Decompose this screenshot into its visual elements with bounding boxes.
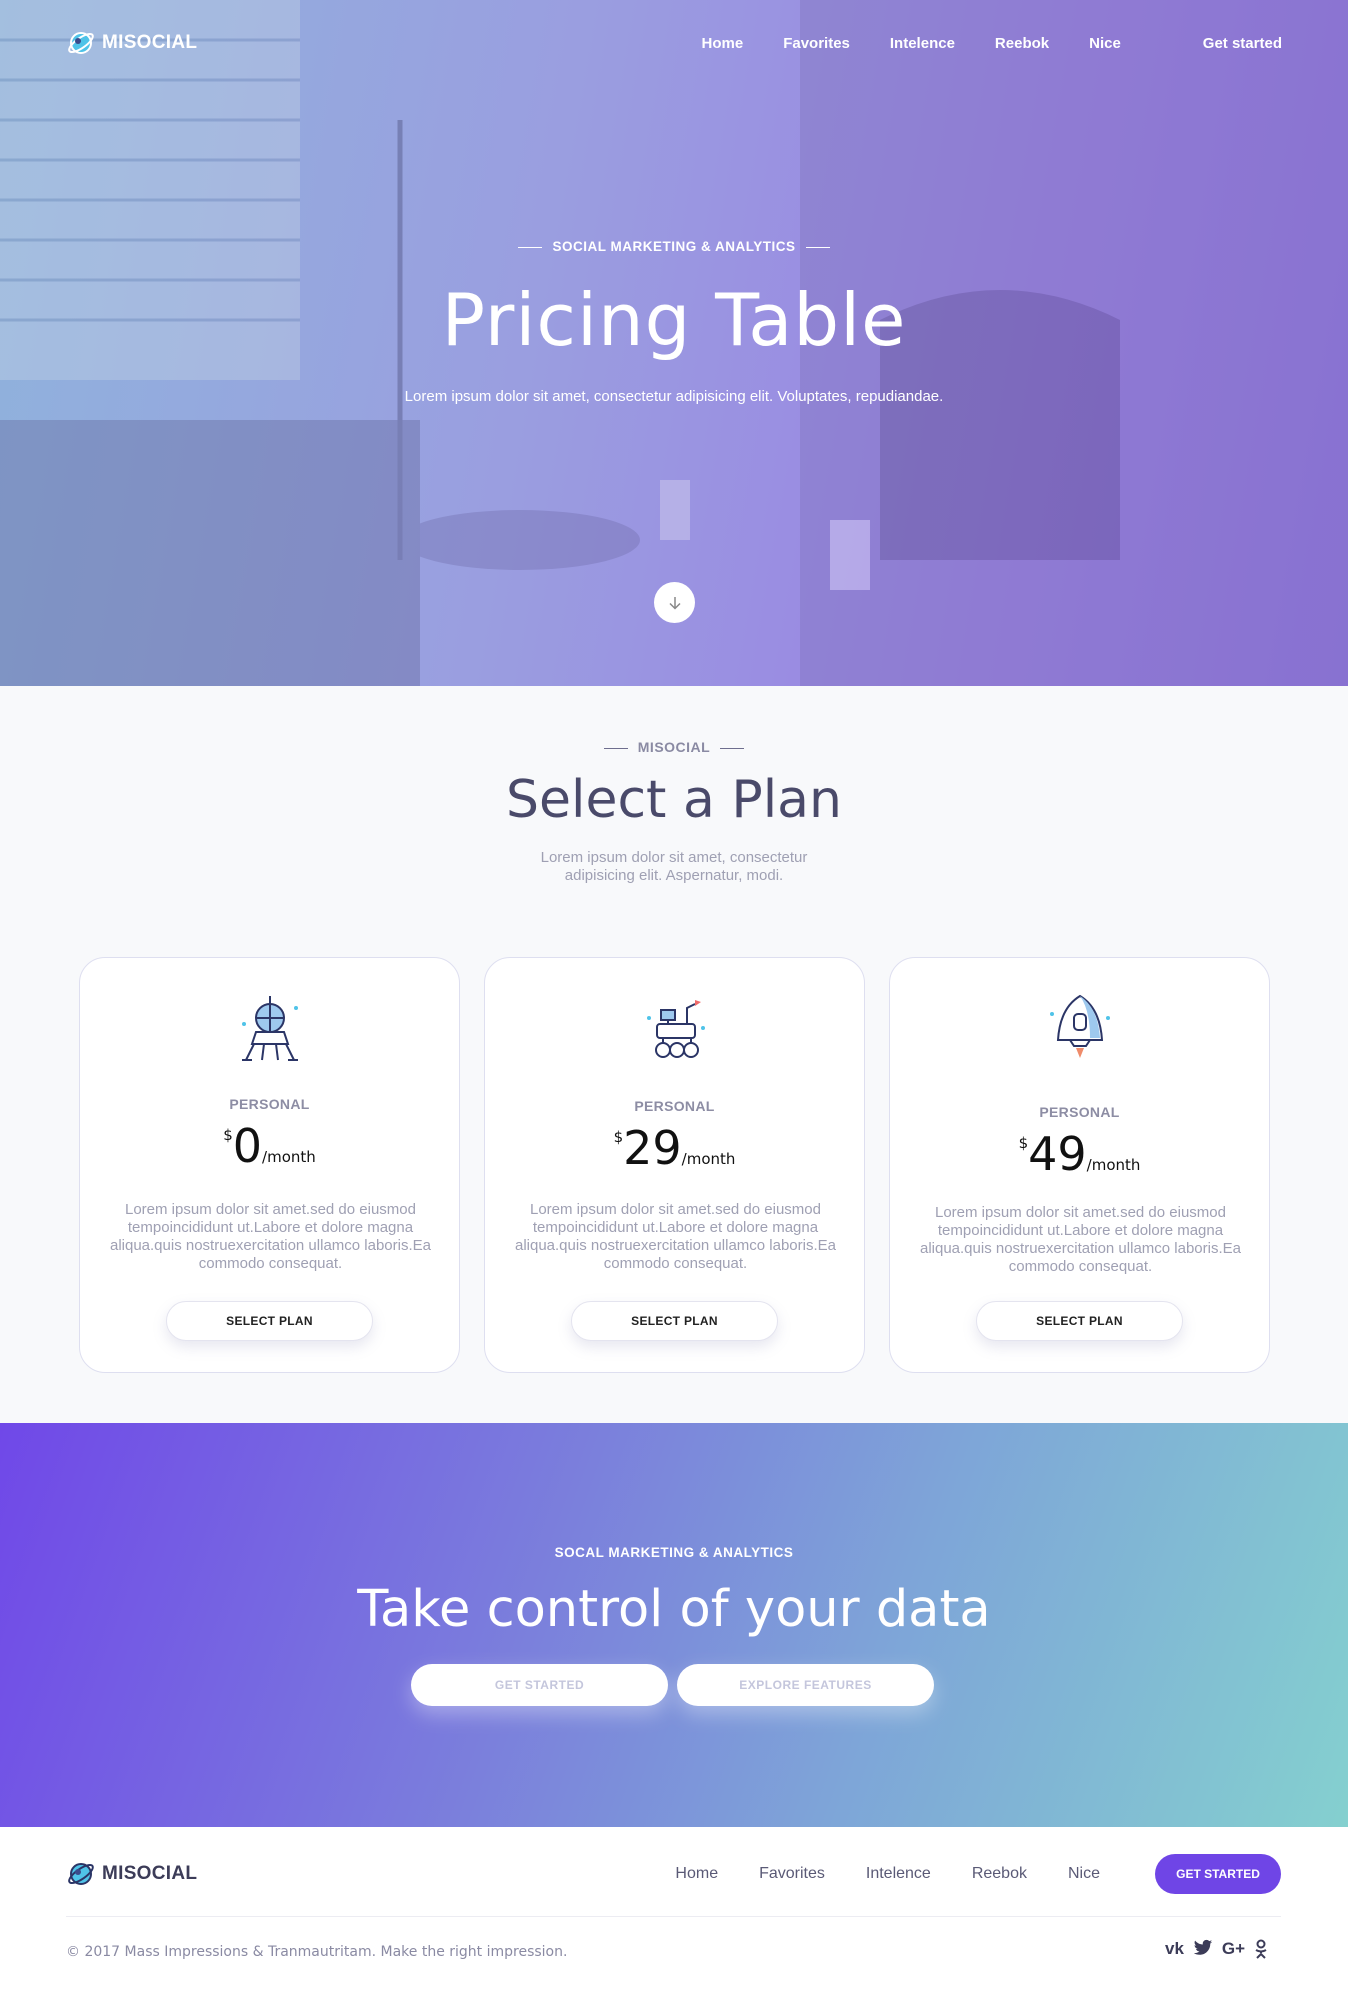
plan-price: $49/month — [890, 1128, 1269, 1180]
price-currency: $ — [1018, 1134, 1029, 1152]
vk-icon[interactable]: vk — [1165, 1939, 1184, 1963]
nav-links: Home Favorites Intelence Reebok Nice — [662, 35, 1121, 52]
pricing-section: MISOCIAL Select a Plan Lorem ipsum dolor… — [0, 686, 1348, 1423]
price-amount: 49 — [1028, 1127, 1087, 1181]
pricing-card: PERSONAL $49/month Lorem ipsum dolor sit… — [889, 957, 1270, 1373]
footer-nav-reebok[interactable]: Reebok — [972, 1865, 1027, 1883]
price-currency: $ — [223, 1126, 233, 1144]
plans-title: Select a Plan — [506, 770, 842, 830]
page-title: Pricing Table — [441, 278, 907, 362]
hero-section: MISOCIAL Home Favorites Intelence Reebok… — [0, 0, 1348, 686]
pricing-card: PERSONAL $0/month Lorem ipsum dolor sit … — [79, 957, 460, 1373]
explore-features-button[interactable]: EXPLORE FEATURES — [677, 1664, 934, 1706]
rover-icon — [647, 1000, 705, 1058]
plan-tier: PERSONAL — [634, 1098, 715, 1114]
hero-subtitle: Lorem ipsum dolor sit amet, consectetur … — [404, 388, 944, 405]
nav-item-nice[interactable]: Nice — [1089, 35, 1121, 52]
plan-description: Lorem ipsum dolor sit amet.sed do eiusmo… — [919, 1204, 1241, 1275]
footer-nav: Home Favorites Intelence Reebok Nice — [0, 1865, 1100, 1883]
plan-tier: PERSONAL — [229, 1096, 310, 1112]
price-amount: 0 — [232, 1119, 263, 1173]
space-capsule-icon — [1050, 994, 1110, 1058]
price-period: /month — [1086, 1156, 1141, 1174]
plan-description: Lorem ipsum dolor sit amet.sed do eiusmo… — [514, 1201, 836, 1272]
copyright-text: © 2017 Mass Impressions & Tranmautritam.… — [66, 1944, 568, 1960]
arrow-down-icon — [668, 596, 681, 610]
footer-nav-favorites[interactable]: Favorites — [759, 1865, 825, 1883]
footer-get-started-button[interactable]: GET STARTED — [1155, 1854, 1281, 1894]
footer-nav-intelence[interactable]: Intelence — [866, 1865, 931, 1883]
nav-item-favorites[interactable]: Favorites — [783, 35, 850, 52]
plan-description: Lorem ipsum dolor sit amet.sed do eiusmo… — [109, 1201, 431, 1272]
brand-logo[interactable]: MISOCIAL — [66, 28, 197, 58]
plans-eyebrow-text: MISOCIAL — [637, 739, 711, 755]
plan-tier: PERSONAL — [1039, 1104, 1120, 1120]
nav-item-intelence[interactable]: Intelence — [890, 35, 955, 52]
get-started-button[interactable]: GET STARTED — [411, 1664, 668, 1706]
scroll-down-button[interactable] — [654, 582, 695, 623]
hero-eyebrow: SOCIAL MARKETING & ANALYTICS — [0, 239, 1348, 254]
nav-item-home[interactable]: Home — [702, 35, 744, 52]
cta-eyebrow: SOCAL MARKETING & ANALYTICS — [554, 1545, 794, 1560]
planet-logo-icon — [68, 32, 94, 54]
select-plan-button[interactable]: SELECT PLAN — [166, 1301, 373, 1341]
footer-divider — [66, 1916, 1281, 1917]
get-started-link[interactable]: Get started — [1203, 35, 1282, 52]
google-plus-icon[interactable]: G+ — [1222, 1939, 1245, 1963]
cta-section: SOCAL MARKETING & ANALYTICS Take control… — [0, 1423, 1348, 1827]
footer: MISOCIAL Home Favorites Intelence Reebok… — [0, 1827, 1348, 1992]
select-plan-button[interactable]: SELECT PLAN — [976, 1301, 1183, 1341]
select-plan-button[interactable]: SELECT PLAN — [571, 1301, 778, 1341]
footer-nav-nice[interactable]: Nice — [1068, 1865, 1100, 1883]
hero-eyebrow-text: SOCIAL MARKETING & ANALYTICS — [552, 239, 796, 254]
cta-title: Take control of your data — [357, 1580, 991, 1639]
plans-eyebrow: MISOCIAL — [0, 739, 1348, 755]
price-currency: $ — [613, 1128, 624, 1146]
price-amount: 29 — [623, 1121, 682, 1175]
price-period: /month — [681, 1150, 736, 1168]
plan-price: $29/month — [485, 1122, 864, 1174]
twitter-icon[interactable] — [1193, 1939, 1213, 1963]
plans-subtitle: Lorem ipsum dolor sit amet, consectetur … — [540, 849, 808, 884]
social-links: vk G+ — [1165, 1939, 1268, 1963]
lunar-lander-icon — [242, 996, 298, 1061]
nav-item-reebok[interactable]: Reebok — [995, 35, 1049, 52]
odnoklassniki-icon[interactable] — [1254, 1939, 1268, 1963]
brand-name: MISOCIAL — [102, 32, 198, 53]
plan-price: $0/month — [80, 1120, 459, 1172]
pricing-card: PERSONAL $29/month Lorem ipsum dolor sit… — [484, 957, 865, 1373]
footer-nav-home[interactable]: Home — [675, 1865, 718, 1883]
price-period: /month — [262, 1148, 316, 1166]
top-nav: MISOCIAL Home Favorites Intelence Reebok… — [0, 0, 1348, 86]
